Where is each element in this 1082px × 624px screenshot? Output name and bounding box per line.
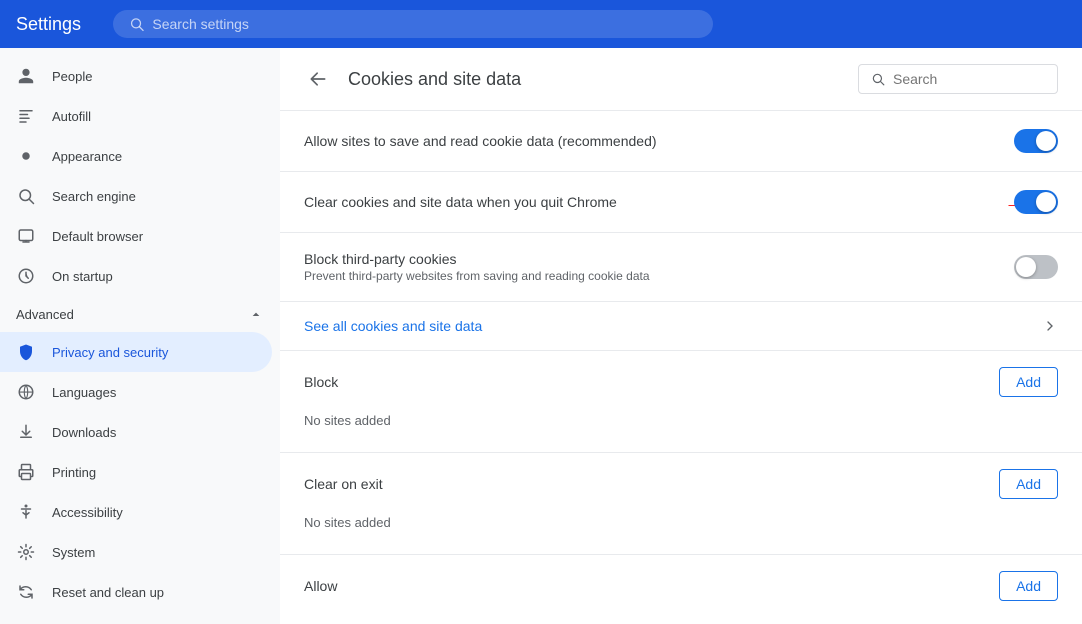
block-section-header: Block Add bbox=[304, 367, 1058, 397]
advanced-label: Advanced bbox=[16, 307, 74, 322]
header-search-bar[interactable] bbox=[113, 10, 713, 38]
sidebar-item-downloads[interactable]: Downloads bbox=[0, 412, 272, 452]
accessibility-icon bbox=[16, 502, 36, 522]
startup-icon bbox=[16, 266, 36, 286]
header-search-icon bbox=[129, 16, 144, 32]
app-header: Settings bbox=[0, 0, 1082, 48]
sidebar-item-accessibility[interactable]: Accessibility bbox=[0, 492, 272, 532]
globe-icon bbox=[16, 382, 36, 402]
download-icon bbox=[16, 422, 36, 442]
shield-icon bbox=[16, 342, 36, 362]
block-third-party-text-group: Block third-party cookies Prevent third-… bbox=[304, 251, 650, 283]
clear-on-exit-header: Clear on exit Add bbox=[304, 469, 1058, 499]
sidebar-label-languages: Languages bbox=[52, 385, 116, 400]
sidebar-label-people: People bbox=[52, 69, 92, 84]
sidebar-item-autofill[interactable]: Autofill bbox=[0, 96, 272, 136]
allow-section: Allow Add bbox=[280, 555, 1082, 624]
content-search-input[interactable] bbox=[893, 71, 1045, 87]
print-icon bbox=[16, 462, 36, 482]
sidebar-item-default-browser[interactable]: Default browser bbox=[0, 216, 272, 256]
clear-cookies-slider[interactable] bbox=[1014, 190, 1058, 214]
block-third-party-slider[interactable] bbox=[1014, 255, 1058, 279]
sidebar-label-autofill: Autofill bbox=[52, 109, 91, 124]
content-search-icon bbox=[871, 71, 885, 87]
autofill-icon bbox=[16, 106, 36, 126]
sidebar-item-languages[interactable]: Languages bbox=[0, 372, 272, 412]
clear-on-exit-title: Clear on exit bbox=[304, 476, 383, 492]
see-all-cookies-row[interactable]: See all cookies and site data bbox=[280, 302, 1082, 351]
sidebar-label-accessibility: Accessibility bbox=[52, 505, 123, 520]
back-button[interactable] bbox=[304, 65, 332, 93]
person-icon bbox=[16, 66, 36, 86]
sidebar-label-reset: Reset and clean up bbox=[52, 585, 164, 600]
allow-section-header: Allow Add bbox=[304, 571, 1058, 601]
appearance-icon bbox=[16, 146, 36, 166]
advanced-section-header[interactable]: Advanced bbox=[0, 296, 280, 332]
sidebar-label-privacy: Privacy and security bbox=[52, 345, 168, 360]
block-no-sites: No sites added bbox=[304, 405, 1058, 436]
sidebar-label-appearance: Appearance bbox=[52, 149, 122, 164]
page-title: Cookies and site data bbox=[348, 69, 521, 90]
reset-icon bbox=[16, 582, 36, 602]
content-search-box[interactable] bbox=[858, 64, 1058, 94]
sidebar-label-system: System bbox=[52, 545, 95, 560]
default-browser-icon bbox=[16, 226, 36, 246]
allow-sites-toggle[interactable] bbox=[1014, 129, 1058, 153]
block-third-party-sublabel: Prevent third-party websites from saving… bbox=[304, 269, 650, 283]
clear-cookies-toggle[interactable] bbox=[1014, 190, 1058, 214]
chevron-up-icon bbox=[248, 306, 264, 322]
clear-on-exit-no-sites: No sites added bbox=[304, 507, 1058, 538]
sidebar-item-privacy[interactable]: Privacy and security bbox=[0, 332, 272, 372]
search-engine-icon bbox=[16, 186, 36, 206]
sidebar-label-printing: Printing bbox=[52, 465, 96, 480]
sidebar-item-people[interactable]: People bbox=[0, 56, 272, 96]
allow-sites-label: Allow sites to save and read cookie data… bbox=[304, 133, 657, 149]
sidebar-item-system[interactable]: System bbox=[0, 532, 272, 572]
content-header: Cookies and site data bbox=[280, 48, 1082, 111]
content-area: Cookies and site data Allow sites to sav… bbox=[280, 48, 1082, 624]
clear-cookies-label: Clear cookies and site data when you qui… bbox=[304, 194, 617, 210]
see-all-label: See all cookies and site data bbox=[304, 318, 482, 334]
system-icon bbox=[16, 542, 36, 562]
block-third-party-row: Block third-party cookies Prevent third-… bbox=[280, 233, 1082, 302]
back-arrow-icon bbox=[308, 69, 328, 89]
allow-sites-row: Allow sites to save and read cookie data… bbox=[280, 111, 1082, 172]
sidebar-label-downloads: Downloads bbox=[52, 425, 116, 440]
content-header-left: Cookies and site data bbox=[304, 65, 521, 93]
block-title: Block bbox=[304, 374, 338, 390]
block-third-party-label: Block third-party cookies bbox=[304, 251, 650, 267]
allow-title: Allow bbox=[304, 578, 337, 594]
block-third-party-toggle[interactable] bbox=[1014, 255, 1058, 279]
clear-on-exit-add-button[interactable]: Add bbox=[999, 469, 1058, 499]
sidebar-label-search-engine: Search engine bbox=[52, 189, 136, 204]
block-section: Block Add No sites added bbox=[280, 351, 1082, 453]
sidebar-item-search-engine[interactable]: Search engine bbox=[0, 176, 272, 216]
chevron-right-icon bbox=[1042, 318, 1058, 334]
clear-on-exit-section: Clear on exit Add No sites added bbox=[280, 453, 1082, 555]
clear-cookies-row: Clear cookies and site data when you qui… bbox=[280, 172, 1082, 233]
block-add-button[interactable]: Add bbox=[999, 367, 1058, 397]
sidebar-item-on-startup[interactable]: On startup bbox=[0, 256, 272, 296]
header-search-input[interactable] bbox=[152, 16, 697, 32]
main-layout: People Autofill Appearance Search engine bbox=[0, 48, 1082, 624]
sidebar-label-on-startup: On startup bbox=[52, 269, 113, 284]
app-title: Settings bbox=[16, 14, 81, 35]
sidebar-item-printing[interactable]: Printing bbox=[0, 452, 272, 492]
sidebar: People Autofill Appearance Search engine bbox=[0, 48, 280, 624]
sidebar-item-reset[interactable]: Reset and clean up bbox=[0, 572, 272, 612]
allow-sites-slider[interactable] bbox=[1014, 129, 1058, 153]
sidebar-label-default-browser: Default browser bbox=[52, 229, 143, 244]
sidebar-item-appearance[interactable]: Appearance bbox=[0, 136, 272, 176]
allow-add-button[interactable]: Add bbox=[999, 571, 1058, 601]
